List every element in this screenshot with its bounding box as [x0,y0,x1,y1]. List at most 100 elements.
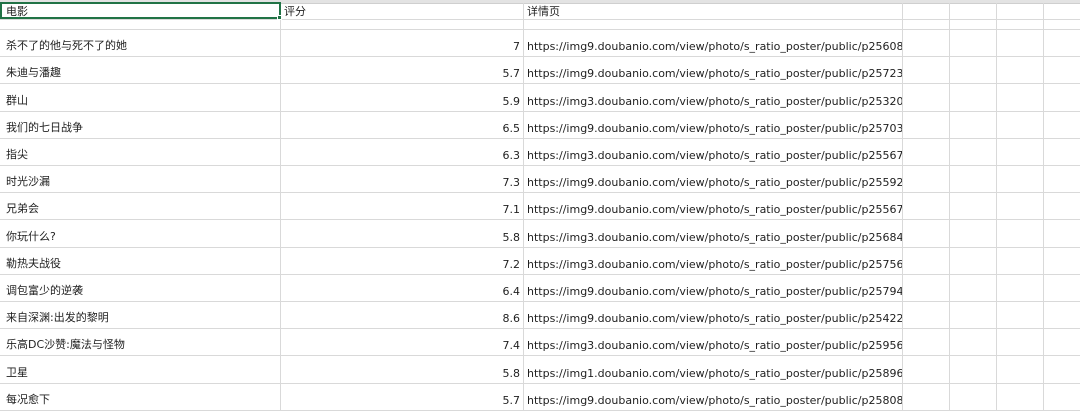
empty-cell[interactable] [1044,20,1080,29]
movie-title-cell[interactable]: 每况愈下 [0,383,281,410]
detail-url-cell[interactable]: https://img9.doubanio.com/view/photo/s_r… [524,383,903,410]
empty-cell[interactable] [1044,248,1080,274]
empty-cell[interactable] [950,274,997,301]
rating-cell[interactable]: 7.2 [281,247,524,274]
rating-cell[interactable]: 7.4 [281,329,524,356]
empty-cell[interactable] [950,138,997,165]
detail-url-cell[interactable]: https://img9.doubanio.com/view/photo/s_r… [524,30,903,57]
rating-cell[interactable]: 6.5 [281,111,524,138]
fill-handle[interactable] [277,15,282,20]
empty-cell[interactable] [0,20,281,29]
empty-cell[interactable] [950,329,997,356]
rating-cell[interactable]: 5.8 [281,220,524,247]
movie-title-cell[interactable]: 杀不了的他与死不了的她 [0,30,281,57]
movie-title-cell[interactable]: 时光沙漏 [0,166,281,193]
movie-title-cell[interactable]: 朱迪与潘趣 [0,57,281,84]
empty-cell[interactable] [1044,356,1080,382]
empty-cell[interactable] [903,166,950,193]
movie-title-cell[interactable]: 群山 [0,84,281,111]
detail-url-cell[interactable]: https://img3.doubanio.com/view/photo/s_r… [524,84,903,111]
empty-cell[interactable] [997,30,1044,57]
empty-cell[interactable] [903,138,950,165]
empty-cell[interactable] [1044,384,1080,410]
detail-url-cell[interactable]: https://img9.doubanio.com/view/photo/s_r… [524,302,903,329]
rating-cell[interactable]: 5.9 [281,84,524,111]
empty-cell[interactable] [950,166,997,193]
movie-title-cell[interactable]: 你玩什么? [0,220,281,247]
rating-cell[interactable]: 7.3 [281,166,524,193]
empty-cell[interactable] [950,302,997,329]
rating-cell[interactable]: 6.4 [281,274,524,301]
empty-cell[interactable] [950,220,997,247]
detail-url-cell[interactable]: https://img3.doubanio.com/view/photo/s_r… [524,220,903,247]
empty-cell[interactable] [903,111,950,138]
detail-url-cell[interactable]: https://img9.doubanio.com/view/photo/s_r… [524,166,903,193]
empty-cell[interactable] [997,329,1044,356]
empty-cell[interactable] [950,30,997,57]
rating-cell[interactable]: 7.1 [281,193,524,220]
empty-cell[interactable] [950,57,997,84]
detail-url-cell[interactable]: https://img3.doubanio.com/view/photo/s_r… [524,138,903,165]
movie-title-cell[interactable]: 兄弟会 [0,193,281,220]
rating-cell[interactable]: 6.3 [281,138,524,165]
empty-cell[interactable] [997,84,1044,111]
empty-cell[interactable] [1044,166,1080,192]
empty-cell[interactable] [997,3,1044,19]
empty-cell[interactable] [950,20,997,29]
detail-url-cell[interactable]: https://img1.doubanio.com/view/photo/s_r… [524,356,903,383]
empty-cell[interactable] [1044,302,1080,328]
header-cell-rating[interactable]: 评分 [281,3,524,19]
empty-cell[interactable] [903,20,950,29]
empty-cell[interactable] [997,356,1044,383]
empty-cell[interactable] [997,302,1044,329]
empty-cell[interactable] [1044,112,1080,138]
empty-cell[interactable] [1044,193,1080,219]
empty-cell[interactable] [1044,3,1080,19]
detail-url-cell[interactable]: https://img9.doubanio.com/view/photo/s_r… [524,274,903,301]
header-cell-movie[interactable]: 电影 [0,3,281,19]
empty-cell[interactable] [950,3,997,19]
rating-cell[interactable]: 7 [281,30,524,57]
rating-cell[interactable]: 8.6 [281,302,524,329]
empty-cell[interactable] [950,84,997,111]
empty-cell[interactable] [903,356,950,383]
rating-cell[interactable]: 5.7 [281,383,524,410]
detail-url-cell[interactable]: https://img9.doubanio.com/view/photo/s_r… [524,193,903,220]
empty-cell[interactable] [1044,275,1080,301]
movie-title-cell[interactable]: 勒热夫战役 [0,247,281,274]
empty-cell[interactable] [1044,84,1080,110]
empty-cell[interactable] [903,30,950,57]
empty-cell[interactable] [524,20,903,29]
empty-cell[interactable] [950,193,997,220]
movie-title-cell[interactable]: 来自深渊:出发的黎明 [0,302,281,329]
empty-cell[interactable] [903,247,950,274]
empty-cell[interactable] [903,57,950,84]
movie-title-cell[interactable]: 我们的七日战争 [0,111,281,138]
movie-title-cell[interactable]: 指尖 [0,138,281,165]
empty-cell[interactable] [997,111,1044,138]
empty-cell[interactable] [997,166,1044,193]
detail-url-cell[interactable]: https://img3.doubanio.com/view/photo/s_r… [524,247,903,274]
detail-url-cell[interactable]: https://img9.doubanio.com/view/photo/s_r… [524,111,903,138]
empty-cell[interactable] [1044,139,1080,165]
empty-cell[interactable] [903,193,950,220]
rating-cell[interactable]: 5.7 [281,57,524,84]
empty-cell[interactable] [903,3,950,19]
empty-cell[interactable] [281,20,524,29]
empty-cell[interactable] [997,220,1044,247]
empty-cell[interactable] [1044,329,1080,355]
empty-cell[interactable] [950,356,997,383]
movie-title-cell[interactable]: 卫星 [0,356,281,383]
rating-cell[interactable]: 5.8 [281,356,524,383]
empty-cell[interactable] [950,247,997,274]
movie-title-cell[interactable]: 乐高DC沙赞:魔法与怪物 [0,329,281,356]
empty-cell[interactable] [1044,220,1080,246]
empty-cell[interactable] [903,302,950,329]
movie-title-cell[interactable]: 调包富少的逆袭 [0,274,281,301]
empty-cell[interactable] [950,111,997,138]
empty-cell[interactable] [997,57,1044,84]
empty-cell[interactable] [997,20,1044,29]
empty-cell[interactable] [903,220,950,247]
empty-cell[interactable] [903,329,950,356]
detail-url-cell[interactable]: https://img9.doubanio.com/view/photo/s_r… [524,57,903,84]
